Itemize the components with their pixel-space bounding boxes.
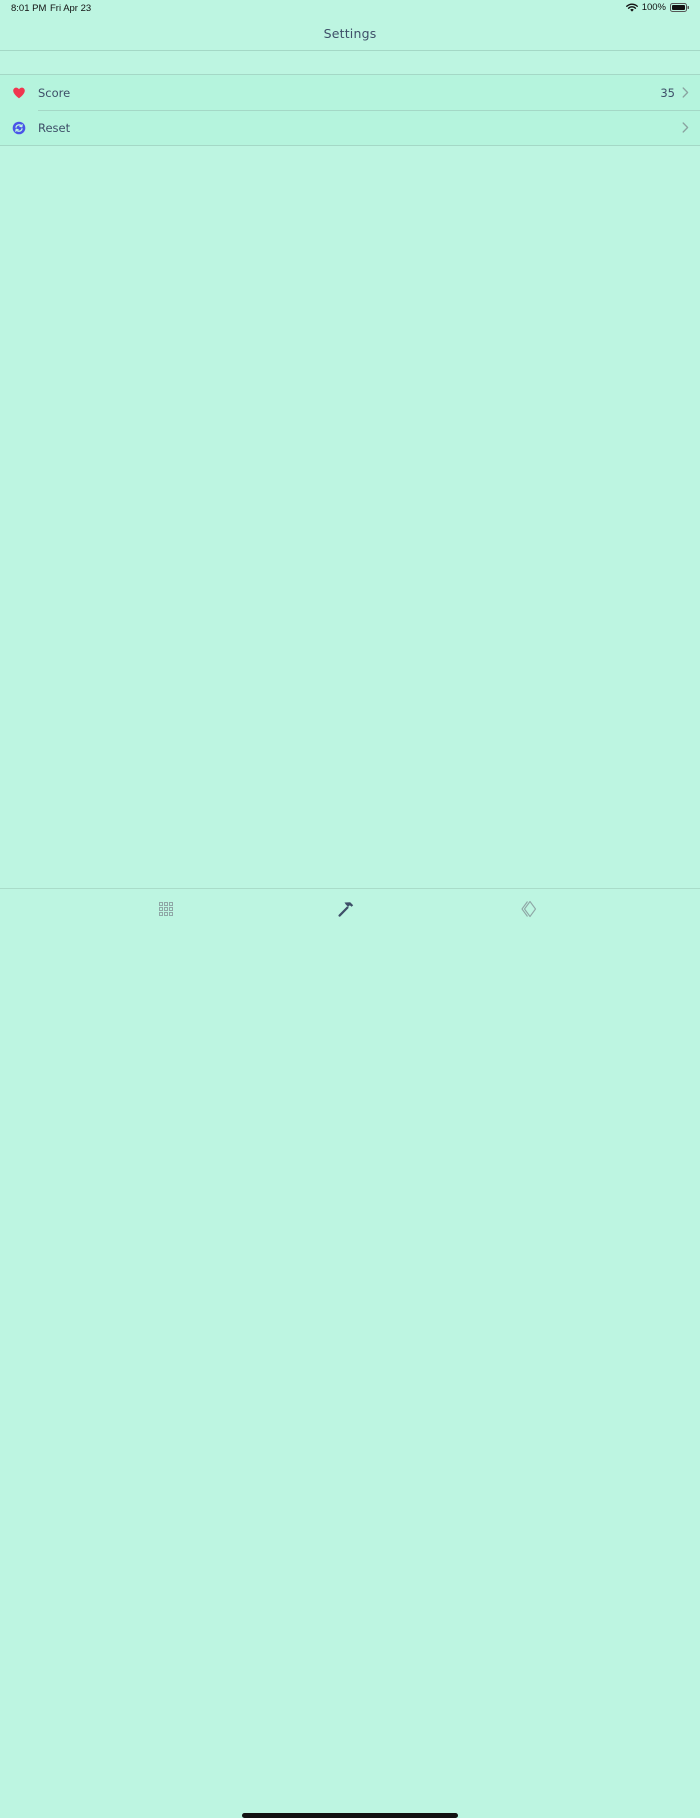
hammer-icon	[335, 898, 357, 920]
page-title: Settings	[323, 26, 377, 41]
score-label: Score	[38, 86, 71, 100]
settings-row-reset[interactable]: Reset	[0, 110, 700, 146]
tab-grid[interactable]	[155, 898, 177, 920]
score-value: 35	[660, 86, 675, 100]
tab-diamond[interactable]	[519, 898, 541, 920]
grid-icon	[155, 898, 177, 920]
settings-list: Score 35 Reset	[0, 74, 700, 146]
battery-icon	[670, 3, 690, 12]
status-bar: 8:01 PM Fri Apr 23 100%	[0, 0, 700, 18]
reset-icon	[12, 121, 26, 135]
wifi-icon	[625, 3, 638, 12]
diamond-icon	[519, 898, 541, 920]
heart-icon	[12, 86, 26, 100]
home-indicator	[242, 1813, 458, 1818]
status-indicators: 100%	[625, 2, 690, 13]
settings-row-score[interactable]: Score 35	[0, 75, 700, 110]
reset-label: Reset	[38, 121, 71, 135]
battery-percent: 100%	[641, 2, 666, 13]
tab-tools[interactable]	[335, 898, 357, 920]
status-date: Fri Apr 23	[50, 3, 92, 14]
chevron-right-icon	[682, 87, 689, 98]
navigation-bar: Settings	[0, 18, 700, 51]
chevron-right-icon	[682, 122, 689, 133]
status-time: 8:01 PM	[11, 3, 47, 14]
tab-bar	[0, 888, 700, 1818]
